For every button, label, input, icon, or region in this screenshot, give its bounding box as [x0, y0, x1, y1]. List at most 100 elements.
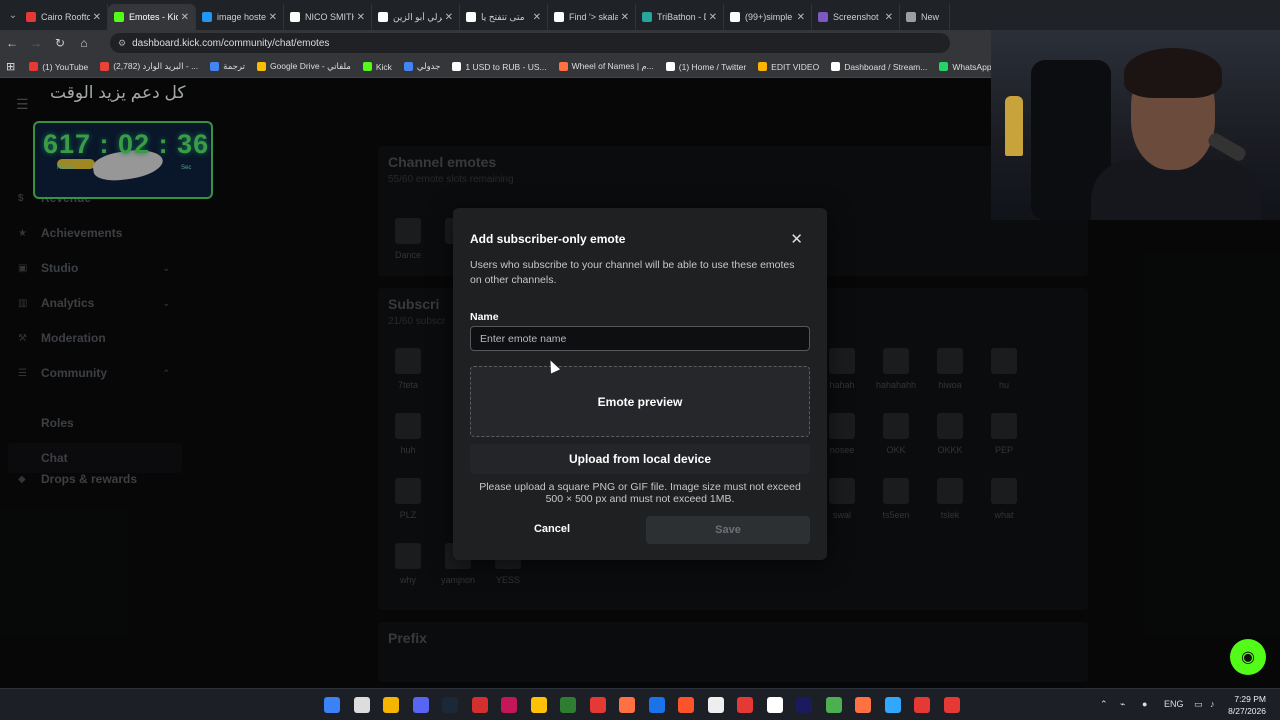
- bookmark-item[interactable]: WhatsApp: [939, 62, 992, 72]
- taskbar-app-icon[interactable]: [737, 697, 753, 713]
- bookmark-item[interactable]: Dashboard / Stream...: [831, 62, 927, 72]
- tab-search-icon[interactable]: ⌄: [6, 10, 20, 21]
- cancel-button[interactable]: Cancel: [470, 516, 634, 542]
- url-input[interactable]: ⚙ dashboard.kick.com/community/chat/emot…: [110, 33, 950, 53]
- bookmark-item[interactable]: 1 USD to RUB - US...: [452, 61, 547, 72]
- taskbar-app-icon[interactable]: [825, 697, 842, 713]
- display-icon[interactable]: ▭: [1194, 699, 1203, 710]
- close-icon[interactable]: ✕: [790, 230, 803, 248]
- webcam-feed: [991, 30, 1280, 220]
- taskbar-app-icon[interactable]: [530, 697, 547, 713]
- taskbar-app-icon[interactable]: [707, 697, 724, 713]
- tab-favicon-icon: [290, 12, 300, 22]
- tab-close-icon[interactable]: ✕: [885, 12, 893, 23]
- browser-tab[interactable]: Cairo Rooftop✕: [20, 4, 108, 30]
- browser-tab[interactable]: Screenshot ✕: [812, 4, 900, 30]
- home-icon[interactable]: ⌂: [72, 36, 96, 50]
- taskbar-app-icon[interactable]: [412, 697, 429, 713]
- save-button[interactable]: Save: [646, 516, 810, 544]
- bookmark-item[interactable]: EDIT VIDEO: [758, 62, 819, 72]
- taskbar-app-icon[interactable]: [648, 697, 665, 713]
- support-chat-icon[interactable]: ◉: [1230, 639, 1266, 675]
- emote-name-input[interactable]: [470, 326, 810, 351]
- bookmark-label: جدولي: [416, 61, 441, 71]
- taskbar-app-icon[interactable]: [943, 697, 960, 713]
- taskbar-app-icon[interactable]: [619, 697, 635, 713]
- bookmark-item[interactable]: (2,782) البريد الوارد - ...: [100, 61, 198, 72]
- bookmark-label: Wheel of Names | م...: [571, 61, 654, 71]
- tab-label: TriBathon - D: [657, 12, 706, 22]
- bookmark-label: (2,782) البريد الوارد - ...: [113, 61, 199, 71]
- tab-close-icon[interactable]: ✕: [621, 12, 629, 23]
- tab-label: كيرلي أبو الزين: [393, 11, 442, 22]
- bookmark-favicon-icon: [758, 62, 768, 71]
- browser-tab[interactable]: (99+)simple ✕: [724, 4, 812, 30]
- tab-close-icon[interactable]: ✕: [797, 12, 805, 23]
- taskbar-app-icon[interactable]: [678, 697, 694, 713]
- emote-preview-dropzone[interactable]: Emote preview: [470, 366, 810, 437]
- taskbar-app-icon[interactable]: [855, 697, 871, 713]
- browser-tab[interactable]: متى تتفتح يا ✕: [460, 4, 548, 30]
- taskbar-app-icon[interactable]: [796, 697, 812, 713]
- tab-close-icon[interactable]: ✕: [709, 12, 717, 23]
- browser-tab[interactable]: كيرلي أبو الزين✕: [372, 4, 460, 30]
- taskbar-app-icon[interactable]: [501, 697, 517, 713]
- tab-close-icon[interactable]: ✕: [181, 12, 189, 23]
- tab-close-icon[interactable]: ✕: [357, 12, 365, 23]
- forward-arrow-icon[interactable]: →: [24, 36, 48, 50]
- bookmark-item[interactable]: (1) Home / Twitter: [665, 61, 747, 72]
- bookmark-favicon-icon: [362, 62, 372, 71]
- url-text: dashboard.kick.com/community/chat/emotes: [132, 37, 330, 49]
- bookmark-item[interactable]: ترجمة: [210, 61, 245, 72]
- bookmark-label: 1 USD to RUB - US...: [465, 61, 547, 72]
- site-info-icon[interactable]: ⚙: [118, 38, 126, 49]
- language-indicator[interactable]: ENG: [1164, 699, 1184, 709]
- browser-tab-bar: ⌄ Cairo Rooftop✕Emotes - Kick✕image host…: [0, 0, 1280, 30]
- bookmark-item[interactable]: (1) YouTube: [29, 62, 88, 72]
- upload-button[interactable]: Upload from local device: [470, 444, 810, 474]
- tray-chevron-icon[interactable]: ⌃: [1100, 699, 1108, 710]
- tab-close-icon[interactable]: ✕: [93, 12, 101, 23]
- taskbar-app-icon[interactable]: [442, 697, 458, 713]
- tab-close-icon[interactable]: ✕: [269, 12, 277, 23]
- back-arrow-icon[interactable]: ←: [0, 36, 24, 50]
- bookmark-label: EDIT VIDEO: [771, 61, 820, 72]
- bookmark-favicon-icon: [939, 62, 949, 71]
- reload-icon[interactable]: ↻: [48, 36, 72, 50]
- bookmark-label: (1) Home / Twitter: [678, 61, 747, 72]
- streamer-hair: [1124, 48, 1222, 98]
- tab-label: Find '> skala: [569, 12, 618, 22]
- bookmark-item[interactable]: Kick: [362, 62, 392, 72]
- bookmark-item[interactable]: جدولي: [403, 61, 441, 72]
- bookmark-item[interactable]: Google Drive - ملفاتي: [256, 61, 351, 72]
- network-icon[interactable]: ⌁: [1120, 699, 1125, 710]
- taskbar-app-icon[interactable]: [914, 697, 930, 713]
- tab-label: Emotes - Kick: [129, 12, 178, 22]
- browser-tab[interactable]: TriBathon - D ✕: [636, 4, 724, 30]
- microphone-icon: [1206, 130, 1248, 164]
- apps-grid-icon[interactable]: ⊞: [6, 60, 15, 73]
- browser-tab[interactable]: NICO SMITH ✕: [284, 4, 372, 30]
- mic-tray-icon[interactable]: ●: [1142, 699, 1147, 709]
- system-clock[interactable]: 7:29 PM 8/27/2026: [1228, 693, 1266, 717]
- taskbar-app-icon[interactable]: [383, 697, 399, 713]
- bookmark-label: Dashboard / Stream...: [844, 61, 928, 72]
- taskbar-app-icon[interactable]: [589, 697, 606, 713]
- tab-close-icon[interactable]: ✕: [533, 12, 541, 23]
- bookmark-favicon-icon: [665, 62, 675, 71]
- bookmark-item[interactable]: Wheel of Names | م...: [558, 61, 654, 72]
- volume-icon[interactable]: ♪: [1210, 699, 1215, 709]
- browser-tab[interactable]: Emotes - Kick✕: [108, 4, 196, 30]
- taskbar-app-icon[interactable]: [560, 697, 576, 713]
- browser-tab[interactable]: image hoster ✕: [196, 4, 284, 30]
- taskbar-app-icon[interactable]: [766, 697, 783, 713]
- browser-tab[interactable]: New: [900, 4, 950, 30]
- taskbar-app-icon[interactable]: [324, 697, 340, 713]
- taskbar-app-icon[interactable]: [884, 697, 901, 713]
- tab-label: Cairo Rooftop: [41, 12, 90, 22]
- taskbar-app-icon[interactable]: [471, 697, 488, 713]
- tab-favicon-icon: [818, 12, 828, 22]
- tab-close-icon[interactable]: ✕: [445, 12, 453, 23]
- browser-tab[interactable]: Find '> skala ✕: [548, 4, 636, 30]
- taskbar-app-icon[interactable]: [353, 697, 370, 713]
